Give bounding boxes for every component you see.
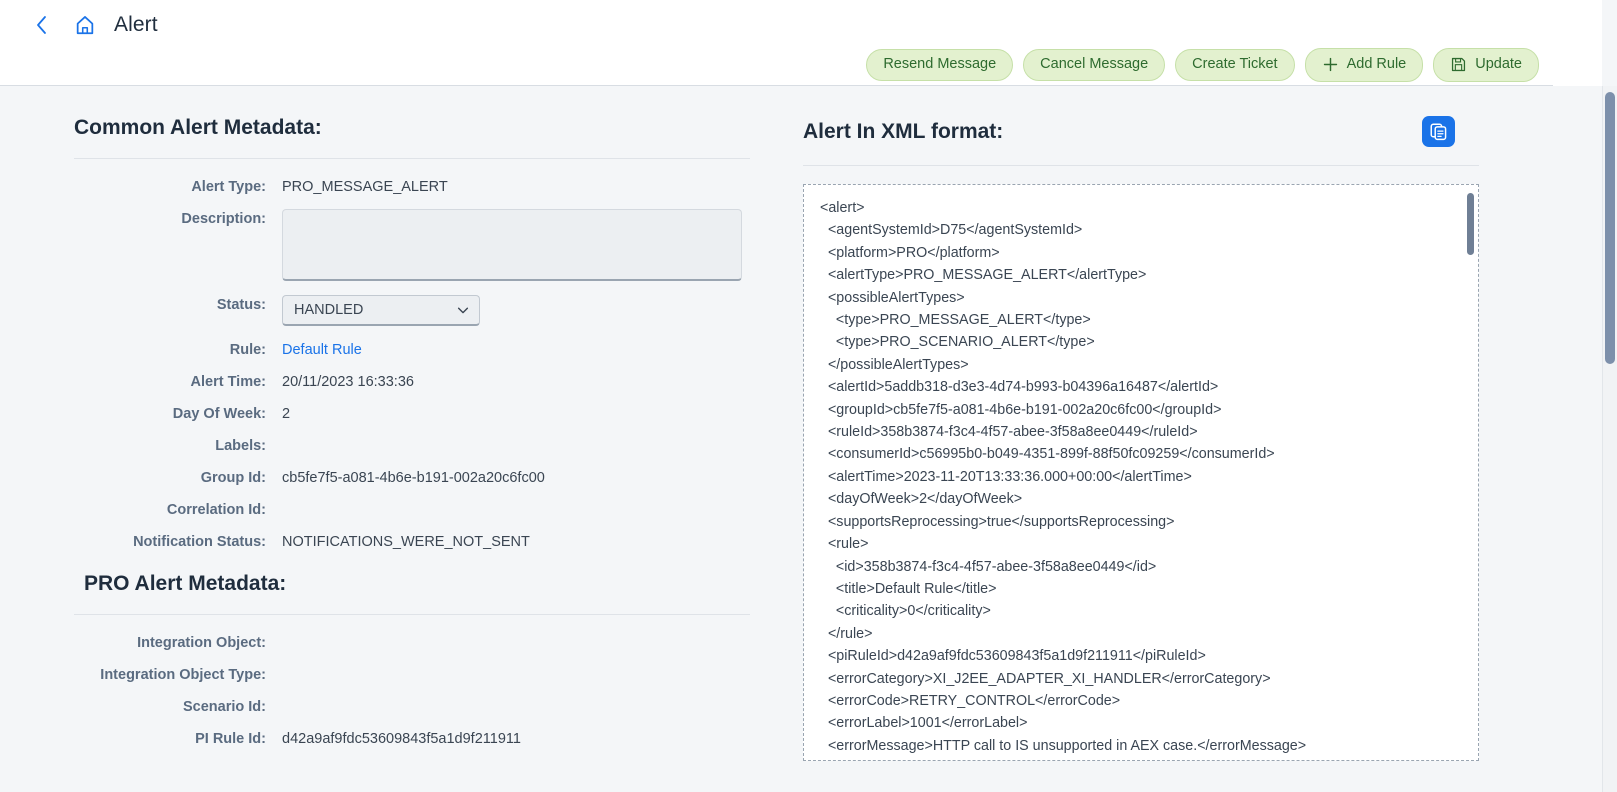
field-label: Correlation Id: — [166, 502, 266, 518]
field-label: Notification Status: — [133, 534, 266, 550]
status-selected-value: HANDLED — [294, 302, 364, 318]
xml-header: Alert In XML format: — [803, 116, 1479, 147]
top-bar: Alert Resend Message Cancel Message Crea… — [0, 0, 1553, 86]
field-label: Scenario Id: — [183, 699, 266, 715]
chevron-down-icon — [457, 307, 469, 314]
field-label: Day Of Week: — [172, 406, 266, 422]
field-label: Alert Type: — [191, 179, 266, 195]
field-notification-status: Notification Status: NOTIFICATIONS_WERE_… — [74, 532, 750, 550]
field-integration-object: Integration Object: — [74, 633, 750, 651]
divider — [74, 614, 750, 615]
copy-xml-button[interactable] — [1422, 116, 1455, 147]
create-ticket-button[interactable]: Create Ticket — [1175, 49, 1295, 81]
field-labels: Labels: — [74, 436, 750, 454]
field-description: Description: — [74, 209, 750, 281]
xml-panel-title: Alert In XML format: — [803, 119, 1004, 143]
add-rule-button[interactable]: Add Rule — [1304, 48, 1424, 82]
field-value: PRO_MESSAGE_ALERT — [282, 179, 448, 195]
header-row: Alert — [0, 0, 1553, 50]
field-label: Integration Object: — [137, 635, 266, 651]
resend-message-label: Resend Message — [883, 56, 997, 73]
field-day-of-week: Day Of Week: 2 — [74, 404, 750, 422]
home-button[interactable] — [72, 12, 98, 38]
field-correlation-id: Correlation Id: — [74, 500, 750, 518]
field-label: Labels: — [215, 438, 266, 454]
field-label: Alert Time: — [190, 374, 266, 390]
cancel-message-label: Cancel Message — [1040, 56, 1149, 73]
field-value: d42a9af9fdc53609843f5a1d9f211911 — [282, 731, 521, 747]
add-rule-label: Add Rule — [1346, 56, 1407, 73]
field-alert-type: Alert Type: PRO_MESSAGE_ALERT — [74, 177, 750, 195]
update-button[interactable]: Update — [1433, 48, 1539, 82]
metadata-column: Common Alert Metadata: Alert Type: PRO_M… — [74, 116, 750, 761]
field-value: 2 — [282, 406, 291, 422]
xml-column: Alert In XML format: <alert> <agentSyste… — [803, 116, 1479, 761]
page-title: Alert — [114, 13, 158, 36]
update-label: Update — [1475, 56, 1522, 73]
copy-icon — [1430, 123, 1447, 141]
description-input[interactable] — [282, 209, 742, 281]
field-alert-time: Alert Time: 20/11/2023 16:33:36 — [74, 372, 750, 390]
field-pi-rule-id: PI Rule Id: d42a9af9fdc53609843f5a1d9f21… — [74, 729, 750, 747]
divider — [74, 158, 750, 159]
divider — [803, 165, 1479, 166]
cancel-message-button[interactable]: Cancel Message — [1023, 49, 1166, 81]
field-status: Status: HANDLED — [74, 295, 750, 326]
xml-scrollbar-thumb[interactable] — [1467, 193, 1474, 255]
plus-icon — [1323, 57, 1337, 72]
field-value: cb5fe7f5-a081-4b6e-b191-002a20c6fc00 — [282, 470, 545, 486]
save-icon — [1452, 57, 1466, 72]
create-ticket-label: Create Ticket — [1192, 56, 1278, 73]
xml-content: <alert> <agentSystemId>D75</agentSystemI… — [820, 200, 1307, 754]
field-integration-object-type: Integration Object Type: — [74, 665, 750, 683]
field-label: PI Rule Id: — [195, 731, 266, 747]
action-toolbar: Resend Message Cancel Message Create Tic… — [866, 48, 1539, 82]
right-gutter-lower — [1553, 86, 1602, 792]
field-value: 20/11/2023 16:33:36 — [282, 374, 414, 390]
home-icon — [76, 16, 94, 35]
status-select[interactable]: HANDLED — [282, 295, 480, 326]
pro-metadata-title: PRO Alert Metadata: — [84, 572, 287, 595]
resend-message-button[interactable]: Resend Message — [866, 49, 1014, 81]
back-button[interactable] — [28, 12, 54, 38]
page-scrollbar-thumb[interactable] — [1605, 92, 1615, 364]
field-value: NOTIFICATIONS_WERE_NOT_SENT — [282, 534, 530, 550]
field-label: Integration Object Type: — [100, 667, 266, 683]
field-label: Status: — [216, 297, 266, 313]
field-label: Rule: — [229, 342, 266, 358]
field-group-id: Group Id: cb5fe7f5-a081-4b6e-b191-002a20… — [74, 468, 750, 486]
common-metadata-title: Common Alert Metadata: — [74, 116, 322, 139]
field-label: Group Id: — [200, 470, 266, 486]
content-area: Common Alert Metadata: Alert Type: PRO_M… — [0, 86, 1553, 792]
field-scenario-id: Scenario Id: — [74, 697, 750, 715]
rule-link[interactable]: Default Rule — [282, 340, 362, 358]
field-rule: Rule: Default Rule — [74, 340, 750, 358]
field-label: Description: — [181, 211, 266, 227]
xml-content-box[interactable]: <alert> <agentSystemId>D75</agentSystemI… — [803, 184, 1479, 761]
chevron-left-icon — [36, 16, 46, 34]
